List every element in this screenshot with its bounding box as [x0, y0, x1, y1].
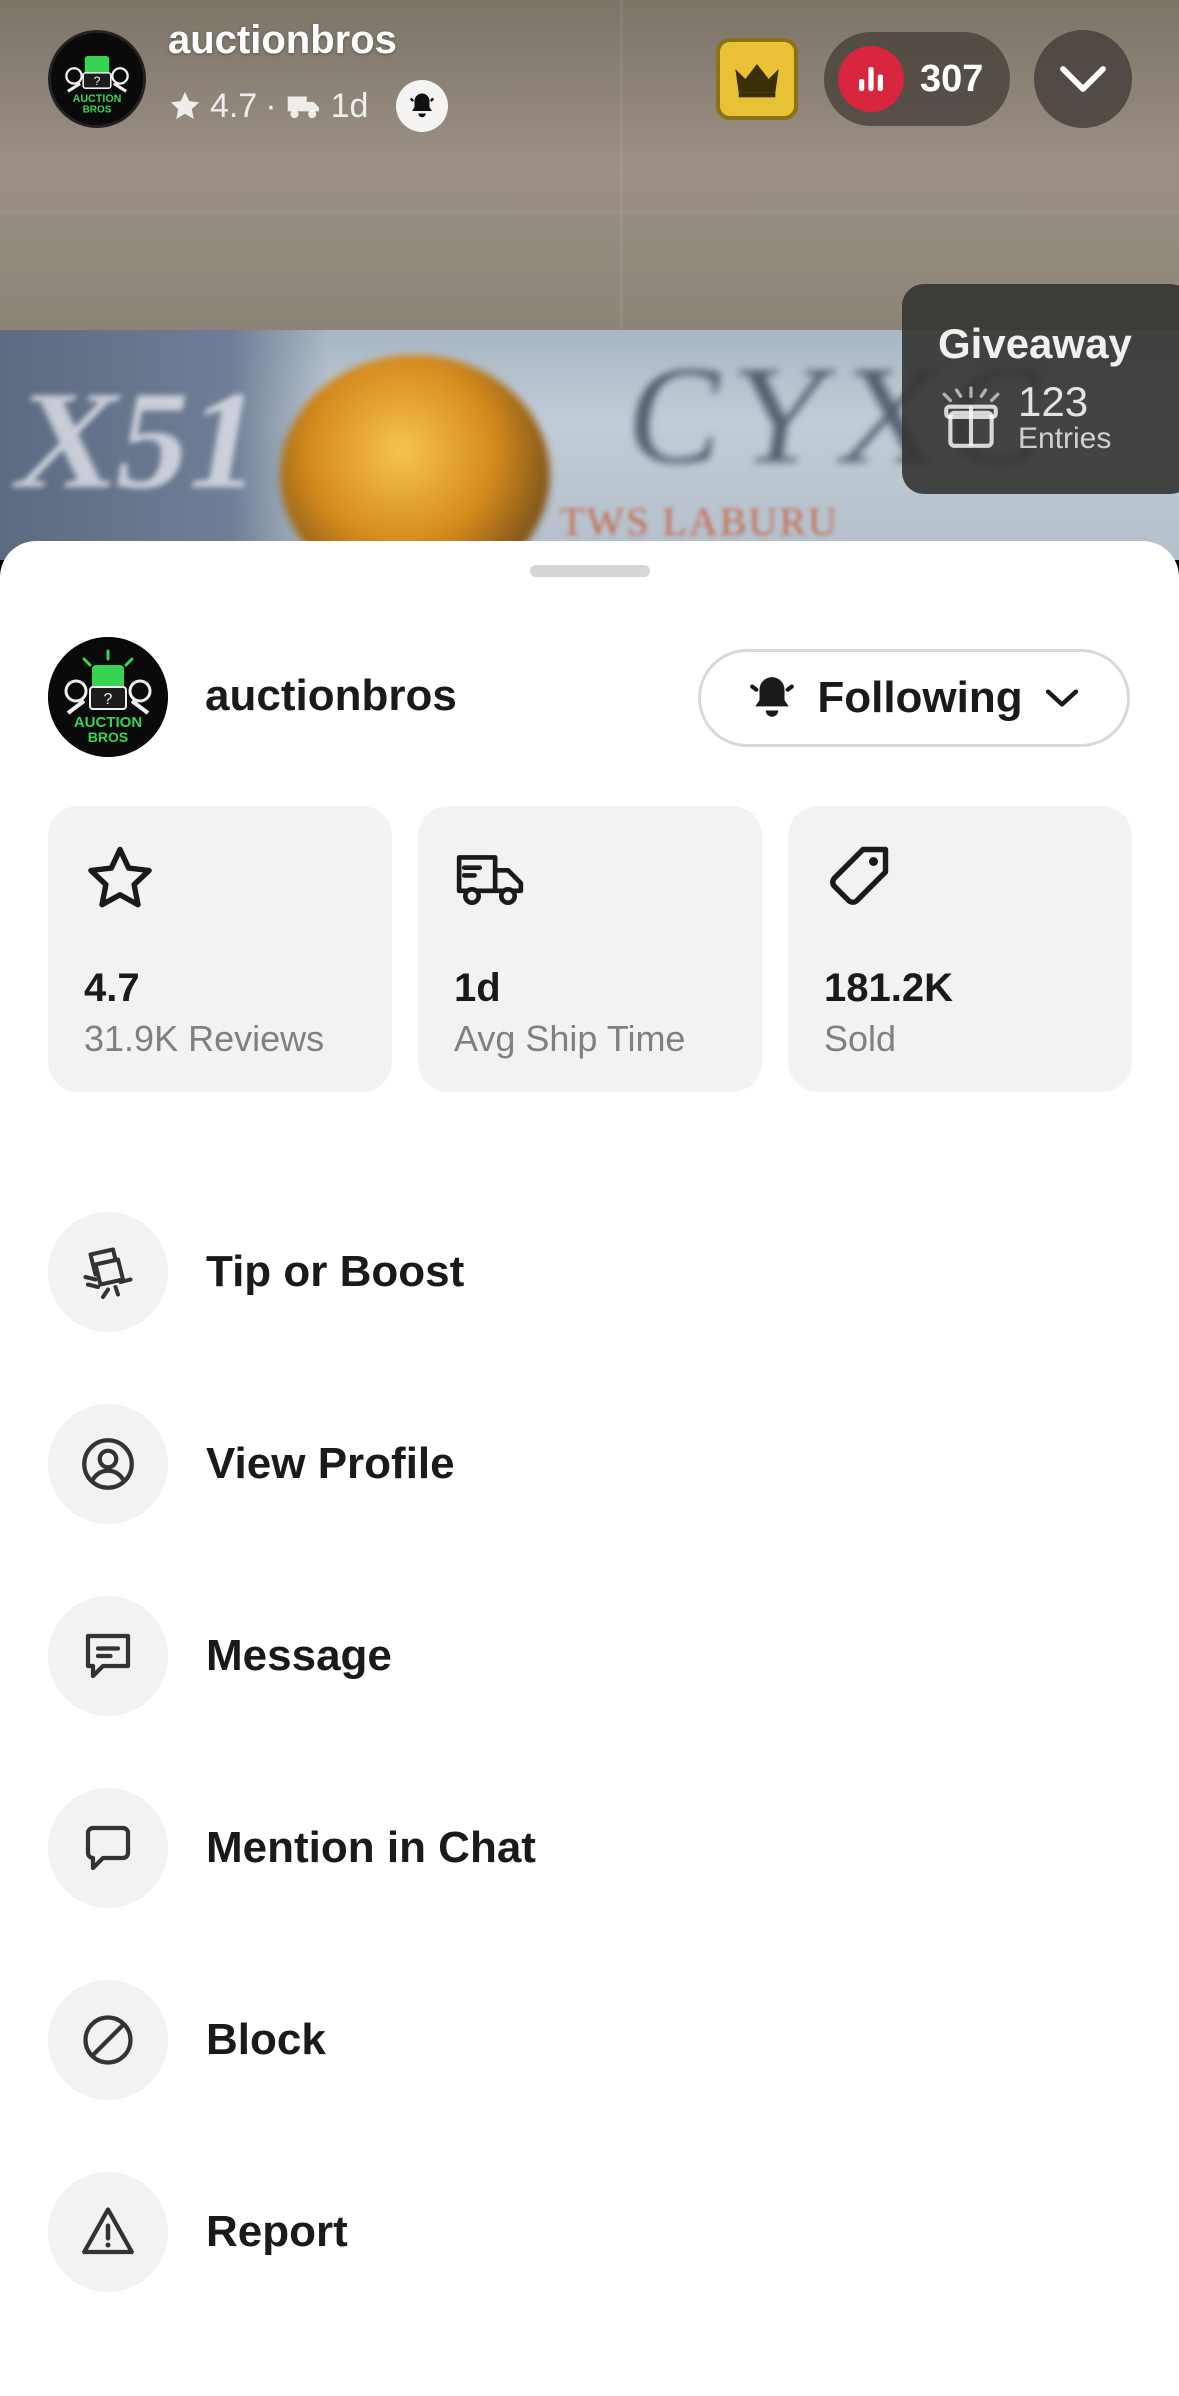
meta-separator: ·	[265, 86, 277, 125]
stat-card-sold[interactable]: 181.2K Sold	[788, 806, 1132, 1092]
action-icon-wrap	[48, 1596, 168, 1716]
action-icon-wrap	[48, 1212, 168, 1332]
host-ship-time: 1d	[330, 86, 369, 125]
crown-icon	[735, 64, 779, 98]
action-tip-or-boost[interactable]: Tip or Boost	[48, 1176, 1131, 1368]
action-view-profile[interactable]: View Profile	[48, 1368, 1131, 1560]
giveaway-title: Giveaway	[938, 320, 1132, 367]
truck-icon	[287, 96, 319, 119]
stat-label: 31.9K Reviews	[84, 1018, 325, 1059]
seller-options-sheet: ? AUCTION BROS auctionbros Following 4.7…	[0, 541, 1179, 2396]
chevron-down-icon	[1060, 66, 1106, 92]
viewer-count-pill[interactable]: 307	[824, 32, 1010, 126]
box-print-text: X51	[4, 363, 273, 518]
giveaway-entries-label: Entries	[1018, 422, 1112, 455]
chevron-down-icon	[1045, 689, 1078, 707]
gift-icon	[942, 386, 1000, 448]
svg-text:BROS: BROS	[83, 105, 112, 116]
bell-icon	[410, 93, 435, 118]
star-icon	[170, 91, 200, 120]
giveaway-card[interactable]: Giveaway 123 Entries	[902, 284, 1179, 494]
action-report[interactable]: Report	[48, 2136, 1131, 2328]
svg-text:AUCTION: AUCTION	[73, 93, 122, 105]
stat-label: Avg Ship Time	[454, 1018, 686, 1059]
stat-value: 181.2K	[824, 966, 953, 1010]
seller-avatar[interactable]: ? AUCTION BROS	[48, 637, 168, 757]
action-icon-wrap	[48, 2172, 168, 2292]
message-icon	[85, 1633, 131, 1679]
action-mention-in-chat[interactable]: Mention in Chat	[48, 1752, 1131, 1944]
stat-card-rating[interactable]: 4.7 31.9K Reviews	[48, 806, 392, 1092]
viewer-count: 307	[920, 57, 984, 100]
svg-text:BROS: BROS	[88, 729, 128, 745]
box-subtitle-text: TWS LABURU	[560, 499, 839, 544]
bar-chart-icon	[859, 67, 883, 91]
action-icon-wrap	[48, 1404, 168, 1524]
action-label: Message	[206, 1631, 392, 1680]
wall-seam	[620, 0, 623, 330]
tag-icon	[830, 846, 889, 905]
host-avatar[interactable]: ? AUCTION BROS	[48, 30, 146, 128]
seller-stats: 4.7 31.9K Reviews 1d Avg Ship Time 181.2…	[48, 806, 1132, 1092]
warning-icon	[82, 2207, 134, 2255]
profile-icon	[82, 1438, 134, 1490]
action-icon-wrap	[48, 1980, 168, 2100]
action-label: Report	[206, 2207, 348, 2256]
svg-text:?: ?	[94, 74, 101, 88]
notification-bell-chip[interactable]	[396, 80, 449, 132]
collapse-button[interactable]	[1034, 30, 1132, 128]
following-label: Following	[817, 673, 1023, 722]
host-meta: 4.7 · 1d	[168, 80, 449, 132]
action-message[interactable]: Message	[48, 1560, 1131, 1752]
stat-label: Sold	[824, 1018, 897, 1059]
sheet-drag-handle[interactable]	[530, 565, 650, 577]
action-label: Block	[206, 2015, 326, 2064]
giveaway-entries: 123 Entries	[1018, 378, 1112, 456]
wall-edge	[0, 210, 1179, 214]
seller-action-list: Tip or Boost View Profile Message Mentio…	[48, 1176, 1131, 2328]
stat-value: 1d	[454, 966, 501, 1010]
block-icon	[83, 2015, 133, 2065]
seller-name: auctionbros	[205, 671, 457, 720]
host-rating: 4.7	[210, 86, 258, 125]
auction-bros-logo-icon: ? AUCTION BROS	[48, 637, 168, 757]
action-label: Tip or Boost	[206, 1247, 465, 1296]
giveaway-entries-count: 123	[1018, 378, 1089, 425]
stat-card-ship-time[interactable]: 1d Avg Ship Time	[418, 806, 762, 1092]
tip-boost-icon	[83, 1247, 133, 1299]
bell-icon	[750, 677, 795, 717]
star-icon	[88, 846, 152, 908]
crown-button[interactable]	[716, 38, 798, 120]
giveaway-entries-row: 123 Entries	[938, 378, 1179, 456]
auction-bros-logo-icon: ? AUCTION BROS	[51, 33, 143, 125]
live-stats-icon-wrap	[838, 46, 904, 112]
host-name[interactable]: auctionbros	[168, 18, 397, 63]
svg-text:?: ?	[104, 691, 113, 708]
action-label: View Profile	[206, 1439, 455, 1488]
action-block[interactable]: Block	[48, 1944, 1131, 2136]
stat-value: 4.7	[84, 966, 140, 1010]
chat-bubble-icon	[85, 1825, 131, 1871]
truck-icon	[456, 855, 524, 905]
following-button[interactable]: Following	[698, 649, 1130, 747]
action-label: Mention in Chat	[206, 1823, 536, 1872]
action-icon-wrap	[48, 1788, 168, 1908]
